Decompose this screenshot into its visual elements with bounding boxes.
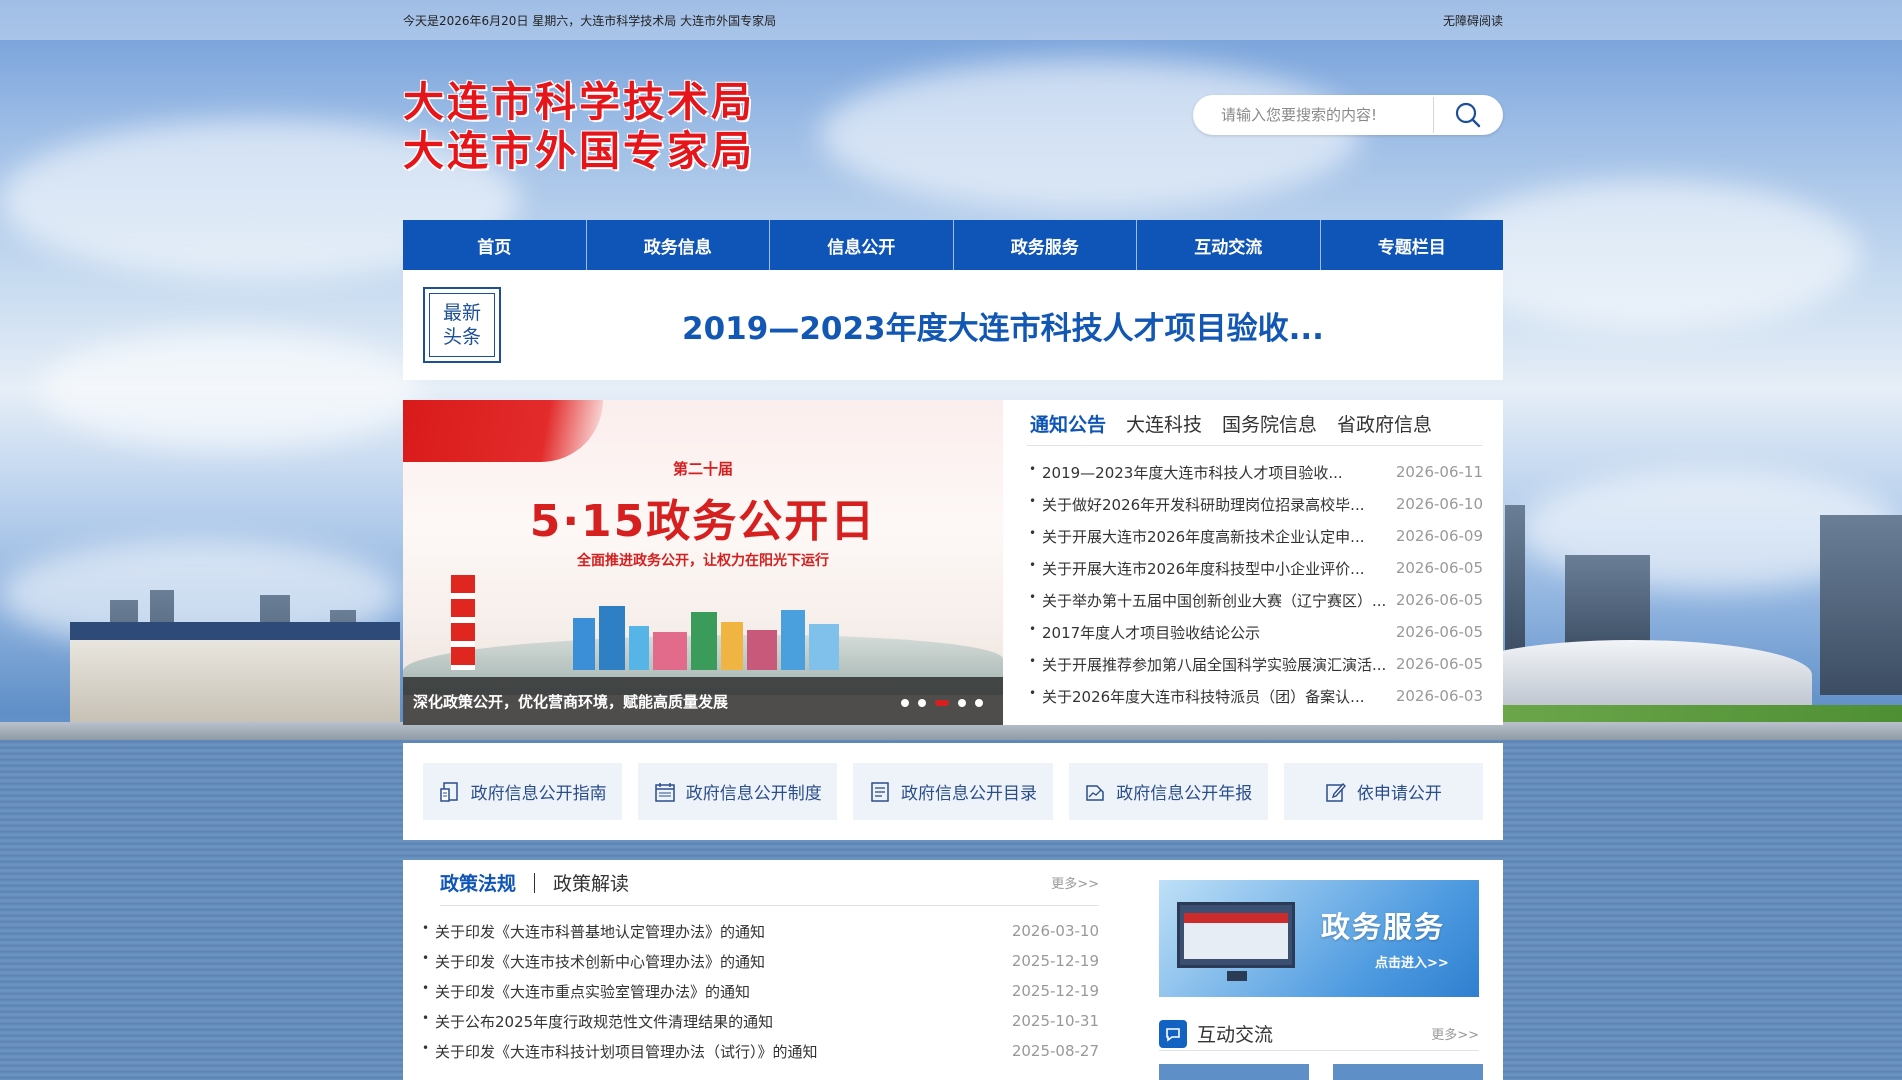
interaction-thumbnails	[1159, 1064, 1483, 1080]
lighthouse-graphic	[451, 575, 475, 670]
badge-line-2: 头条	[442, 326, 481, 348]
monitor-stand-graphic	[1227, 971, 1247, 981]
accessible-reading-link[interactable]: 无障碍阅读	[1443, 12, 1503, 29]
report-chart-icon	[1084, 781, 1106, 803]
news-tabs: 通知公告 大连科技 国务院信息 省政府信息	[1027, 400, 1483, 446]
gov-service-title: 政务服务	[1321, 910, 1446, 944]
interaction-thumb-2[interactable]	[1333, 1064, 1483, 1080]
quick-link-annual-report[interactable]: 政府信息公开年报	[1068, 763, 1268, 820]
chat-icon	[1159, 1019, 1187, 1048]
banner-kicker: 第二十届	[672, 460, 733, 478]
list-item[interactable]: 关于做好2026年开发科研助理岗位招录高校毕...2026-06-10	[1027, 488, 1483, 520]
tab-divider	[534, 872, 536, 893]
document-guide-icon	[439, 781, 461, 803]
list-item[interactable]: 关于印发《大连市科技计划项目管理办法（试行）》的通知2025-08-27	[420, 1036, 1099, 1066]
interaction-header: 互动交流 更多>>	[1159, 1017, 1479, 1051]
interaction-title: 互动交流	[1197, 1024, 1274, 1046]
side-panel: 政务服务 点击进入>> 互动交流 更多>>	[1139, 860, 1503, 1080]
city-skyline-graphic	[573, 605, 843, 670]
policy-panel: 政策法规 政策解读 更多>> 关于印发《大连市科普基地认定管理办法》的通知202…	[403, 860, 1139, 1080]
carousel-dots	[901, 699, 983, 707]
disclosure-quick-links: 政府信息公开指南 政府信息公开制度 政府信息公开目录 政府信息公开年报 依申请公…	[403, 743, 1503, 840]
headline-panel: 最新 头条 2019—2023年度大连市科技人才项目验收...	[403, 270, 1503, 380]
nav-item-interaction[interactable]: 互动交流	[1137, 220, 1321, 270]
logo-line-1: 大连市科学技术局	[403, 78, 755, 126]
search-input[interactable]	[1193, 97, 1433, 133]
calendar-rules-icon	[654, 781, 676, 803]
edit-apply-icon	[1325, 781, 1347, 803]
carousel-dot-2[interactable]	[918, 699, 926, 707]
quick-link-label: 政府信息公开制度	[685, 784, 822, 804]
quick-link-label: 政府信息公开目录	[901, 784, 1037, 804]
quick-link-label: 政府信息公开指南	[470, 784, 607, 804]
nav-item-government-info[interactable]: 政务信息	[587, 220, 770, 270]
list-item[interactable]: 关于印发《大连市重点实验室管理办法》的通知2025-12-19	[420, 976, 1099, 1006]
carousel-dot-1[interactable]	[901, 699, 909, 707]
search-button[interactable]	[1434, 95, 1502, 135]
top-bar: 今天是2026年6月20日 星期六，大连市科学技术局 大连市外国专家局 无障碍阅…	[0, 0, 1902, 40]
list-item[interactable]: 关于印发《大连市技术创新中心管理办法》的通知2025-12-19	[420, 946, 1099, 976]
headline-title-link[interactable]: 2019—2023年度大连市科技人才项目验收...	[523, 270, 1483, 380]
site-logo[interactable]: 大连市科学技术局 大连市外国专家局	[403, 78, 803, 176]
tab-state-council-info[interactable]: 国务院信息	[1222, 410, 1317, 445]
badge-line-1: 最新	[442, 302, 481, 324]
interaction-more-link[interactable]: 更多>>	[1431, 1024, 1479, 1043]
nav-item-special-topics[interactable]: 专题栏目	[1321, 220, 1504, 270]
tab-notices[interactable]: 通知公告	[1030, 410, 1106, 445]
news-list: 2019—2023年度大连市科技人才项目验收...2026-06-11 关于做好…	[1027, 456, 1483, 712]
nav-item-home[interactable]: 首页	[403, 220, 587, 270]
quick-link-guide[interactable]: 政府信息公开指南	[423, 763, 623, 820]
nav-item-government-service[interactable]: 政务服务	[954, 220, 1137, 270]
list-item[interactable]: 关于印发《大连市科普基地认定管理办法》的通知2026-03-10	[420, 916, 1099, 946]
quick-link-label: 依申请公开	[1356, 784, 1442, 804]
main-nav: 首页 政务信息 信息公开 政务服务 互动交流 专题栏目	[403, 220, 1503, 270]
feature-section: 第二十届 5·15政务公开日 全面推进政务公开，让权力在阳光下运行 深化政策公开…	[403, 400, 1503, 725]
interaction-thumb-1[interactable]	[1159, 1064, 1309, 1080]
quick-link-apply[interactable]: 依申请公开	[1283, 763, 1484, 820]
list-catalog-icon	[869, 781, 891, 803]
list-item[interactable]: 2019—2023年度大连市科技人才项目验收...2026-06-11	[1027, 456, 1483, 488]
latest-headline-badge: 最新 头条	[423, 287, 501, 363]
list-item[interactable]: 关于举办第十五届中国创新创业大赛（辽宁赛区）...2026-06-05	[1027, 584, 1483, 616]
carousel-dot-3[interactable]	[935, 700, 949, 706]
search-icon	[1455, 102, 1481, 128]
tab-policy-interpretation[interactable]: 政策解读	[553, 869, 629, 896]
gov-service-banner[interactable]: 政务服务 点击进入>>	[1159, 880, 1479, 997]
quick-link-label: 政府信息公开年报	[1116, 784, 1253, 804]
gov-service-enter-link: 点击进入>>	[1375, 956, 1449, 971]
carousel-dot-4[interactable]	[958, 699, 966, 707]
list-item[interactable]: 关于开展推荐参加第八届全国科学实验展演汇演活...2026-06-05	[1027, 648, 1483, 680]
policy-more-link[interactable]: 更多>>	[1051, 873, 1099, 892]
list-item[interactable]: 2017年度人才项目验收结论公示2026-06-05	[1027, 616, 1483, 648]
list-item[interactable]: 关于开展大连市2026年度科技型中小企业评价...2026-06-05	[1027, 552, 1483, 584]
carousel-dot-5[interactable]	[975, 699, 983, 707]
banner-carousel[interactable]: 第二十届 5·15政务公开日 全面推进政务公开，让权力在阳光下运行 深化政策公开…	[403, 400, 1003, 725]
tab-provincial-info[interactable]: 省政府信息	[1337, 410, 1432, 445]
logo-line-2: 大连市外国专家局	[403, 127, 755, 175]
date-text: 今天是2026年6月20日 星期六，大连市科学技术局 大连市外国专家局	[403, 13, 777, 28]
quick-link-catalog[interactable]: 政府信息公开目录	[853, 763, 1053, 820]
nav-item-info-disclosure[interactable]: 信息公开	[770, 220, 954, 270]
list-item[interactable]: 关于开展大连市2026年度高新技术企业认定申...2026-06-09	[1027, 520, 1483, 552]
banner-subtitle: 全面推进政务公开，让权力在阳光下运行	[577, 553, 829, 569]
policy-list: 关于印发《大连市科普基地认定管理办法》的通知2026-03-10 关于印发《大连…	[420, 916, 1099, 1066]
tab-dalian-tech[interactable]: 大连科技	[1126, 410, 1202, 445]
search-box	[1193, 95, 1503, 135]
policy-header: 政策法规 政策解读 更多>>	[440, 860, 1099, 906]
quick-link-rules[interactable]: 政府信息公开制度	[638, 763, 838, 820]
flag-graphic	[403, 400, 603, 462]
list-item[interactable]: 关于2026年度大连市科技特派员（团）备案认...2026-06-03	[1027, 680, 1483, 712]
banner-title: 5·15政务公开日	[529, 496, 877, 547]
monitor-graphic	[1177, 902, 1295, 968]
list-item[interactable]: 关于公布2025年度行政规范性文件清理结果的通知2025-10-31	[420, 1006, 1099, 1036]
news-panel: 通知公告 大连科技 国务院信息 省政府信息 2019—2023年度大连市科技人才…	[1027, 400, 1483, 712]
tab-policy-regulations[interactable]: 政策法规	[440, 869, 516, 896]
